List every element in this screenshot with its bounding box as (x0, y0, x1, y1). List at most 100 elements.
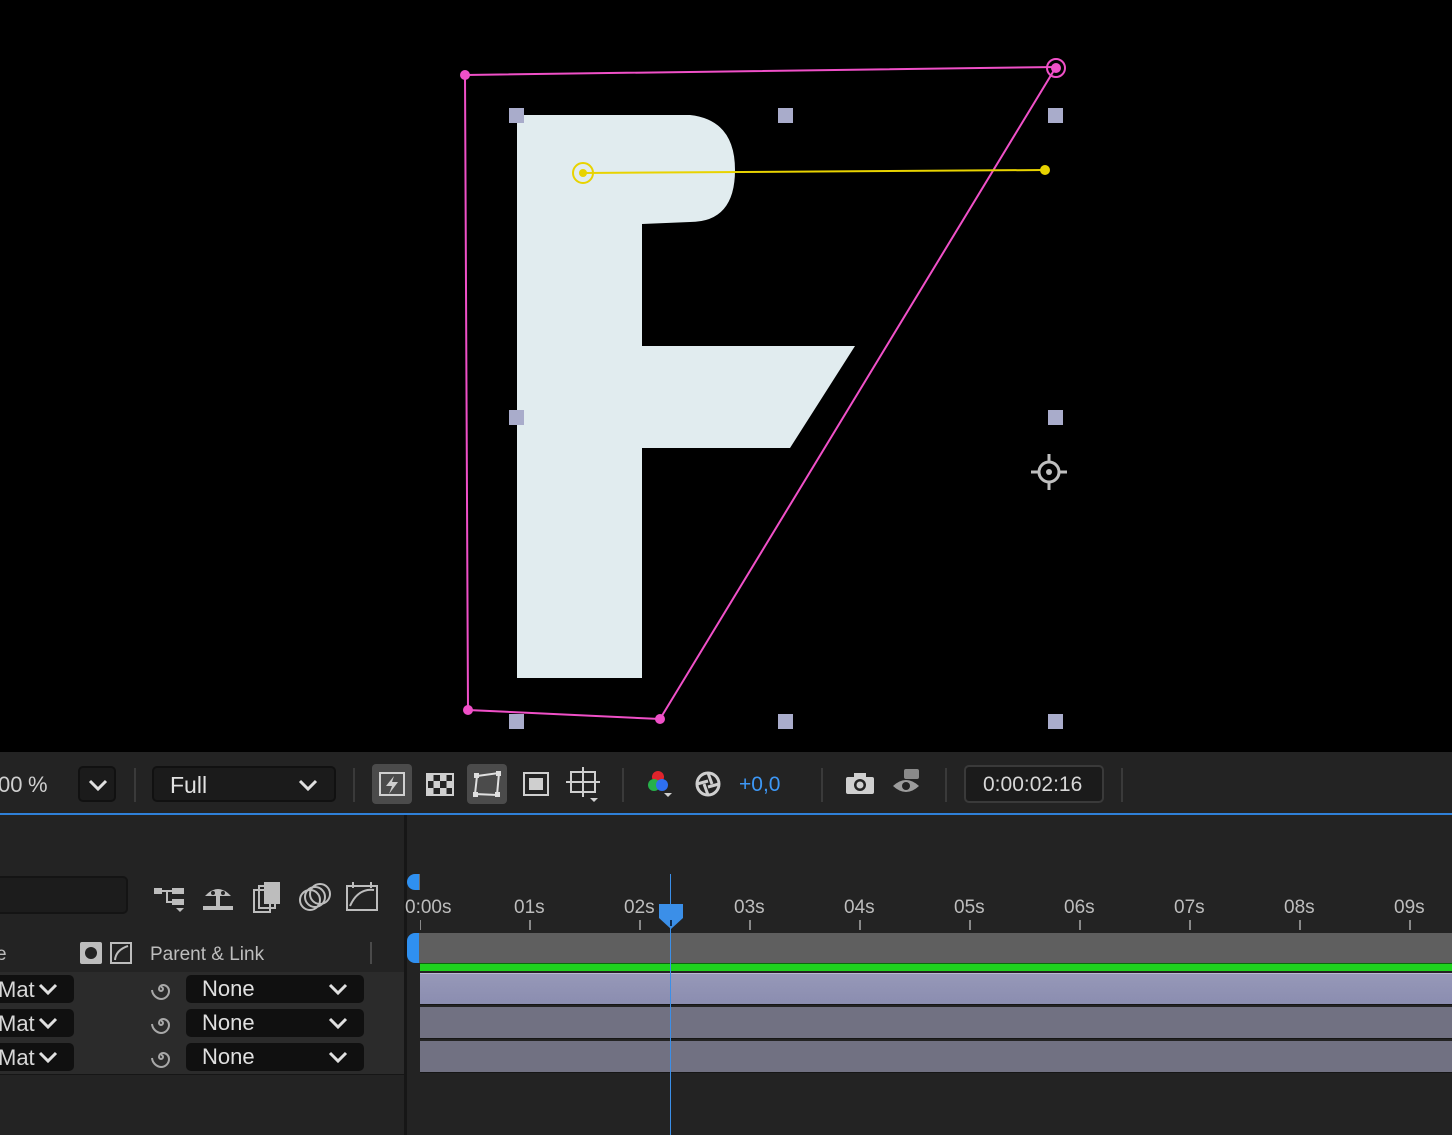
transform-handle (778, 108, 793, 123)
shy-icon (203, 889, 233, 910)
exposure-icon (695, 771, 721, 797)
transform-handle (778, 714, 793, 729)
fast-preview-icon (379, 772, 405, 796)
layer-search-input[interactable] (0, 876, 128, 914)
parent-label: None (202, 976, 255, 1001)
mask-path-visibility-button[interactable] (467, 764, 507, 804)
zoom-dropdown[interactable] (78, 766, 116, 802)
parent-link-column-header[interactable]: Parent & Link (150, 944, 264, 966)
region-of-interest-button[interactable] (516, 764, 556, 804)
toolbar-divider (622, 768, 624, 802)
parent-dropdown[interactable]: None (186, 1009, 364, 1037)
chevron-down-icon (328, 983, 348, 996)
current-time-display[interactable]: 0:00:02:16 (964, 765, 1104, 803)
mask-vertex[interactable] (460, 70, 470, 80)
panel-divider[interactable] (404, 815, 407, 1135)
motion-blur-button[interactable] (296, 880, 332, 916)
frame-blend-icon (253, 882, 280, 913)
fast-preview-button[interactable] (372, 764, 412, 804)
mask-vertex[interactable] (655, 714, 665, 724)
motion-keyframe[interactable] (1040, 165, 1050, 175)
graph-editor-button[interactable] (344, 880, 380, 916)
work-area-bar[interactable] (418, 933, 1452, 963)
show-snapshot-icon (893, 769, 919, 792)
chevron-down-icon (38, 1017, 58, 1030)
reset-exposure-button[interactable] (690, 764, 726, 804)
chevron-down-icon (88, 779, 108, 792)
track-matte-dropdown[interactable]: Mat (0, 1009, 74, 1037)
snapshot-icon (846, 773, 874, 794)
track-matte-dropdown[interactable]: Mat (0, 975, 74, 1003)
track-matte-column-icon[interactable] (80, 942, 102, 964)
exposure-value[interactable]: +0,0 (739, 773, 780, 797)
transform-handle (1048, 714, 1063, 729)
parent-label: None (202, 1010, 255, 1035)
resolution-label: Full (170, 772, 208, 798)
transform-handle (1048, 410, 1063, 425)
letter-f-shape[interactable] (517, 115, 855, 678)
transform-handle (509, 410, 524, 425)
motion-blur-icon (299, 883, 331, 911)
frame-blending-button[interactable] (248, 880, 284, 916)
composition-canvas (460, 58, 1067, 729)
mask-vertex[interactable] (463, 705, 473, 715)
resolution-dropdown[interactable]: Full (152, 766, 336, 802)
chevron-down-icon (328, 1017, 348, 1030)
channel-icon (648, 771, 672, 797)
hide-shy-layers-button[interactable] (200, 880, 236, 916)
region-of-interest-icon (523, 772, 549, 796)
ruler-ticks (420, 920, 1411, 930)
track-matte-dropdown[interactable]: Mat (0, 1043, 74, 1071)
parent-pickwhip-icon[interactable] (148, 1044, 174, 1070)
chevron-down-icon (38, 983, 58, 996)
zoom-unit: % (28, 772, 48, 797)
track-matte-label: Mat (0, 1045, 35, 1070)
viewer-toolbar: 00 % Full +0,0 0:00:02:16 (0, 752, 1452, 814)
transform-handle (1048, 108, 1063, 123)
parent-dropdown[interactable]: None (186, 1043, 364, 1071)
matte-invert-column-icon[interactable] (110, 942, 132, 964)
flowchart-icon (154, 888, 184, 912)
take-snapshot-button[interactable] (842, 764, 878, 804)
transparency-grid-icon (426, 773, 454, 796)
toolbar-divider (821, 768, 823, 802)
toolbar-divider (353, 768, 355, 802)
chevron-down-icon (328, 1051, 348, 1064)
composition-viewer[interactable] (0, 0, 1452, 752)
parent-label: None (202, 1044, 255, 1069)
show-channel-button[interactable] (644, 764, 676, 804)
parent-pickwhip-icon[interactable] (148, 1010, 174, 1036)
parent-dropdown[interactable]: None (186, 975, 364, 1003)
show-snapshot-button[interactable] (889, 764, 925, 804)
render-cache-indicator (420, 963, 1452, 971)
layer-name-column-header[interactable]: e (0, 944, 7, 966)
current-time-indicator-head[interactable] (658, 902, 684, 930)
zoom-value[interactable]: 00 (0, 772, 22, 798)
layer-duration-bar[interactable] (420, 973, 1452, 1005)
timecode-label: 0:00:02:16 (983, 773, 1083, 796)
guides-grid-button[interactable] (563, 764, 607, 804)
chevron-down-icon (38, 1051, 58, 1064)
layer-duration-bar[interactable] (420, 1041, 1452, 1073)
toolbar-divider (945, 768, 947, 802)
mask-vertex[interactable] (1051, 63, 1061, 73)
time-navigator-start-handle[interactable] (407, 874, 419, 890)
chevron-down-icon (298, 779, 318, 792)
guides-icon (566, 767, 600, 802)
track-matte-label: Mat (0, 977, 35, 1002)
work-area-start-handle[interactable] (407, 933, 419, 963)
transform-handle (509, 714, 524, 729)
toolbar-divider (134, 768, 136, 802)
layer-duration-bar[interactable] (420, 1007, 1452, 1039)
transparency-grid-button[interactable] (420, 764, 460, 804)
column-divider (370, 942, 372, 964)
time-ruler[interactable]: 0:00s 01s 02s 03s 04s 05s 06s 07s 08s 09… (405, 874, 1452, 932)
track-matte-label: Mat (0, 1011, 35, 1036)
mask-path-icon (473, 771, 501, 797)
parent-pickwhip-icon[interactable] (148, 976, 174, 1002)
transform-handle (509, 108, 524, 123)
comp-flowchart-button[interactable] (152, 880, 188, 916)
toolbar-divider (1121, 768, 1123, 802)
graph-editor-icon (346, 882, 378, 911)
motion-keyframe[interactable] (579, 169, 587, 177)
